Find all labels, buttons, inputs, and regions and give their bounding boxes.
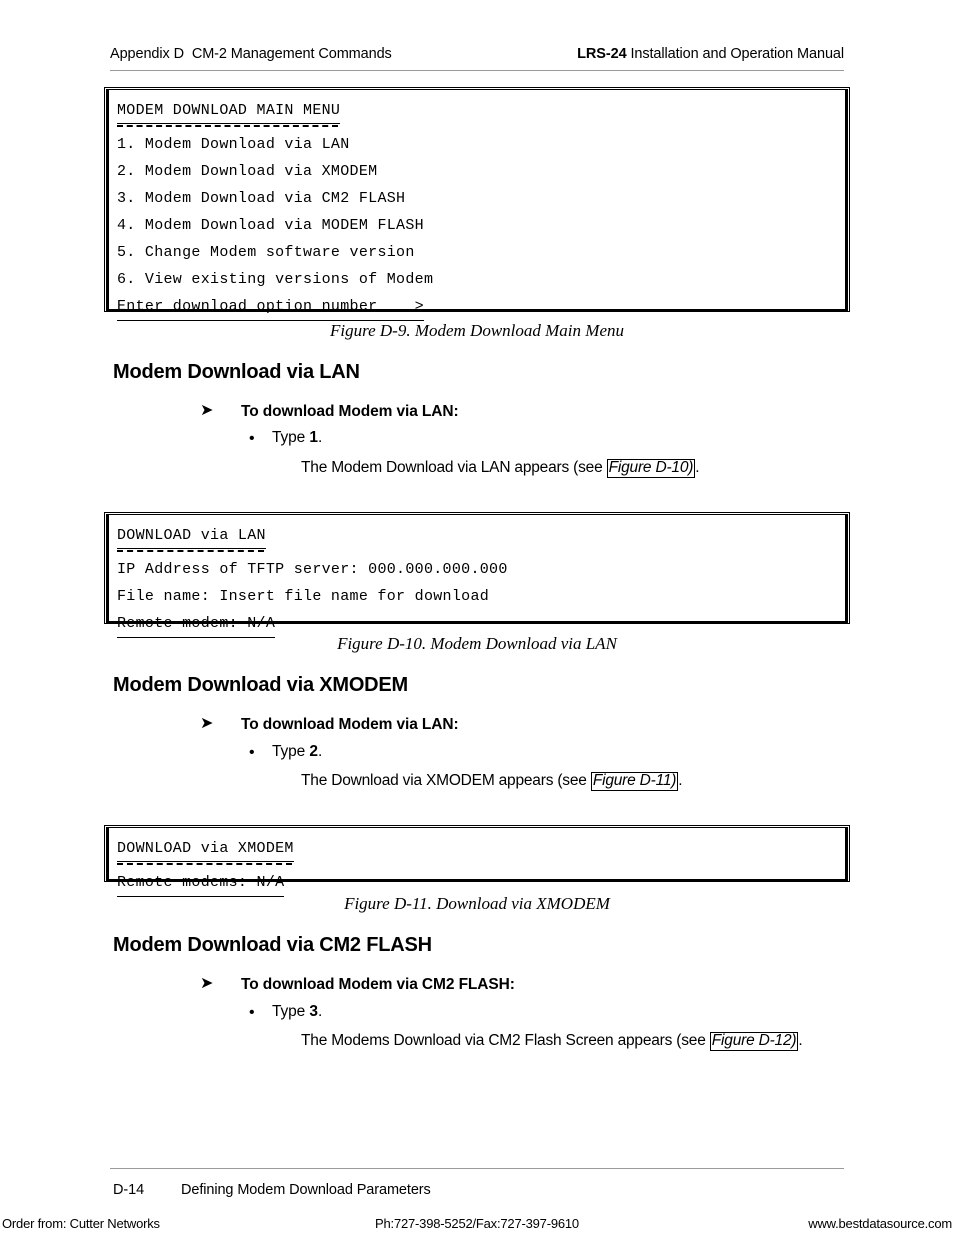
screen-line: 3. Modem Download via CM2 FLASH xyxy=(117,190,406,207)
step-keystroke: 1 xyxy=(309,429,318,446)
step-prefix: Type xyxy=(272,429,310,446)
step-suffix: . xyxy=(317,743,323,760)
step-keystroke: 3 xyxy=(309,1003,318,1020)
screen-title: DOWNLOAD via XMODEM xyxy=(117,837,294,865)
section-heading-lan: Modem Download via LAN xyxy=(113,361,360,383)
section-heading-cm2flash: Modem Download via CM2 FLASH xyxy=(113,934,432,956)
step-suffix: . xyxy=(317,1003,323,1020)
page-footer: D-14 Defining Modem Download Parameters xyxy=(113,1182,431,1198)
screen-box-modem-download-main-menu: MODEM DOWNLOAD MAIN MENU 1. Modem Downlo… xyxy=(104,87,850,321)
screen-title-row: MODEM DOWNLOAD MAIN MENU xyxy=(117,99,845,127)
figure-crossref-link[interactable]: Figure D-10) xyxy=(606,459,696,478)
page-header: Appendix D CM-2 Management Commands LRS-… xyxy=(110,46,844,62)
procedure-title-lan: To download Modem via LAN: xyxy=(241,403,459,420)
step-suffix: . xyxy=(317,429,323,446)
screen-box-download-via-lan: DOWNLOAD via LAN IP Address of TFTP serv… xyxy=(104,512,850,638)
screen-line: 5. Change Modem software version xyxy=(117,244,415,261)
screen-line: File name: Insert file name for download xyxy=(117,588,490,605)
dot-bullet-icon: • xyxy=(249,430,255,447)
arrow-bullet-icon: ➤ xyxy=(200,402,214,419)
screen-prompt-row: Remote modems: N/A xyxy=(117,869,845,897)
banner-website: www.bestdatasource.com xyxy=(808,1216,952,1231)
figure-crossref-link[interactable]: Figure D-11) xyxy=(590,772,679,791)
figure-caption-d9: Figure D-9. Modem Download Main Menu xyxy=(330,321,624,340)
procedure-step-lan: Type 1. xyxy=(272,429,322,447)
footer-page-title: Defining Modem Download Parameters xyxy=(181,1182,431,1198)
screen-title: MODEM DOWNLOAD MAIN MENU xyxy=(117,99,341,127)
step-prefix: Type xyxy=(272,1003,310,1020)
header-manual-model: LRS-24 xyxy=(577,46,627,62)
section-heading-xmodem: Modem Download via XMODEM xyxy=(113,674,409,696)
header-appendix-label: Appendix D CM-2 Management Commands xyxy=(110,46,392,62)
procedure-title-xmodem: To download Modem via LAN: xyxy=(241,716,459,733)
result-text-before: The Download via XMODEM appears (see xyxy=(301,772,591,789)
screen-line: 6. View existing versions of Modem xyxy=(117,271,434,288)
result-text-before: The Modems Download via CM2 Flash Screen… xyxy=(301,1032,710,1049)
header-manual-title: LRS-24 Installation and Operation Manual xyxy=(577,46,844,62)
dot-bullet-icon: • xyxy=(249,1004,255,1021)
figure-caption-d11: Figure D-11. Download via XMODEM xyxy=(344,894,610,913)
screen-line: 4. Modem Download via MODEM FLASH xyxy=(117,217,424,234)
footer-page-number: D-14 xyxy=(113,1182,145,1198)
figure-crossref-link[interactable]: Figure D-12) xyxy=(709,1032,799,1051)
result-text-after: . xyxy=(695,459,700,476)
dot-bullet-icon: • xyxy=(249,744,255,761)
procedure-step-cm2flash: Type 3. xyxy=(272,1003,322,1021)
step-prefix: Type xyxy=(272,743,310,760)
screen-title: DOWNLOAD via LAN xyxy=(117,524,266,552)
procedure-step-xmodem: Type 2. xyxy=(272,743,322,761)
procedure-result-lan: The Modem Download via LAN appears (see … xyxy=(301,459,700,478)
screen-prompt: Remote modems: N/A xyxy=(117,869,285,897)
screen-box-download-via-xmodem: DOWNLOAD via XMODEM Remote modems: N/A xyxy=(104,825,850,897)
result-text-after: . xyxy=(798,1032,803,1049)
figure-caption-d10: Figure D-10. Modem Download via LAN xyxy=(337,634,617,653)
screen-line: 1. Modem Download via LAN xyxy=(117,136,350,153)
procedure-result-xmodem: The Download via XMODEM appears (see Fig… xyxy=(301,772,683,791)
footer-divider xyxy=(110,1168,844,1169)
step-keystroke: 2 xyxy=(309,743,318,760)
result-text-after: . xyxy=(678,772,683,789)
header-manual-rest: Installation and Operation Manual xyxy=(626,46,844,62)
procedure-result-cm2flash: The Modems Download via CM2 Flash Screen… xyxy=(301,1032,803,1051)
screen-line: IP Address of TFTP server: 000.000.000.0… xyxy=(117,561,508,578)
arrow-bullet-icon: ➤ xyxy=(200,975,214,992)
screen-prompt: Enter download option number ___> xyxy=(117,293,424,321)
screen-title-row: DOWNLOAD via LAN xyxy=(117,524,845,552)
procedure-title-cm2flash: To download Modem via CM2 FLASH: xyxy=(241,976,515,993)
arrow-bullet-icon: ➤ xyxy=(200,715,214,732)
header-divider xyxy=(110,70,844,71)
screen-title-row: DOWNLOAD via XMODEM xyxy=(117,837,845,865)
screen-prompt-row: Enter download option number ___> xyxy=(117,293,845,321)
result-text-before: The Modem Download via LAN appears (see xyxy=(301,459,607,476)
screen-line: 2. Modem Download via XMODEM xyxy=(117,163,378,180)
